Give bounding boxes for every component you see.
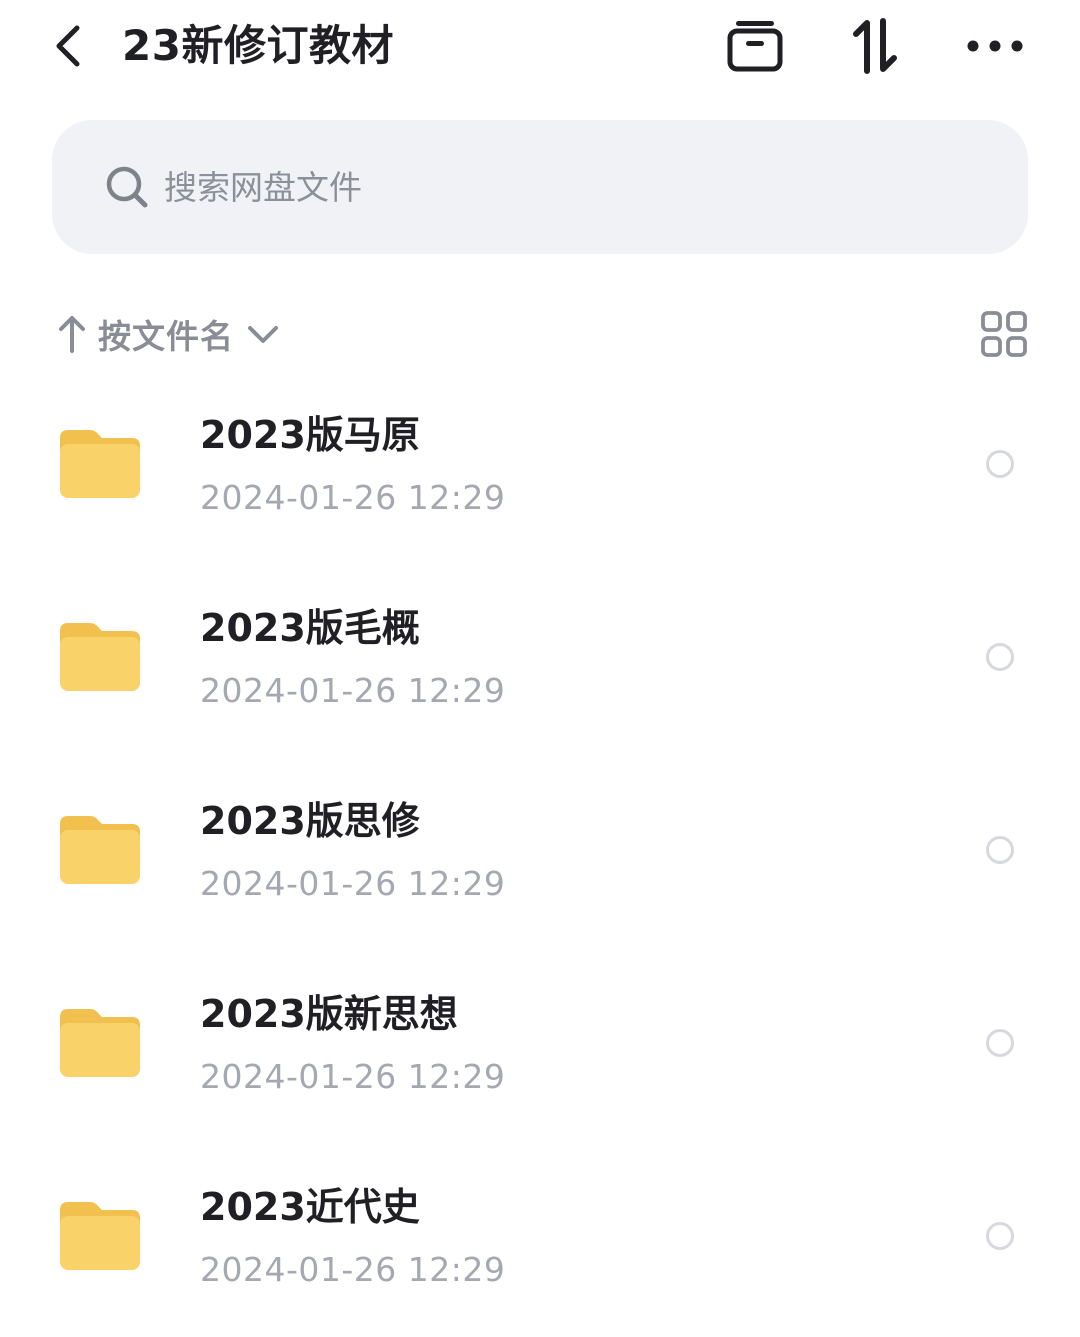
folder-icon xyxy=(60,1202,140,1270)
file-date: 2024-01-26 12:29 xyxy=(200,864,506,903)
folder-icon xyxy=(60,816,140,884)
file-date: 2024-01-26 12:29 xyxy=(200,1250,506,1289)
archive-icon xyxy=(727,21,783,72)
sort-button[interactable] xyxy=(842,16,908,76)
top-bar: 23新修订教材 xyxy=(0,0,1080,96)
file-name: 2023版新思想 xyxy=(200,992,458,1036)
file-name: 2023版思修 xyxy=(200,799,420,843)
list-item[interactable]: 2023版思修 2024-01-26 12:29 xyxy=(0,772,1080,932)
folder-icon xyxy=(60,430,140,498)
select-checkbox[interactable] xyxy=(986,1222,1014,1250)
search-bar[interactable] xyxy=(52,120,1028,254)
more-icon xyxy=(967,40,1023,52)
archive-button[interactable] xyxy=(722,16,788,76)
file-date: 2024-01-26 12:29 xyxy=(200,671,506,710)
grid-view-toggle[interactable] xyxy=(976,306,1032,362)
search-icon xyxy=(106,166,148,208)
file-name: 2023版马原 xyxy=(200,413,420,457)
more-button[interactable] xyxy=(960,16,1030,76)
select-checkbox[interactable] xyxy=(986,836,1014,864)
file-name: 2023近代史 xyxy=(200,1185,420,1229)
chevron-down-icon xyxy=(248,326,278,343)
page-title: 23新修订教材 xyxy=(122,21,394,70)
back-icon xyxy=(56,25,80,67)
list-item[interactable]: 2023近代史 2024-01-26 12:29 xyxy=(0,1158,1080,1318)
file-name: 2023版毛概 xyxy=(200,606,420,650)
select-checkbox[interactable] xyxy=(986,643,1014,671)
sort-selector[interactable]: 按文件名 xyxy=(56,304,280,364)
sort-label: 按文件名 xyxy=(98,317,234,356)
back-button[interactable] xyxy=(46,20,90,72)
arrow-up-icon xyxy=(59,316,85,353)
sort-icon xyxy=(853,18,897,74)
file-date: 2024-01-26 12:29 xyxy=(200,1057,506,1096)
grid-icon xyxy=(981,311,1027,357)
search-input[interactable] xyxy=(164,156,984,218)
folder-icon xyxy=(60,1009,140,1077)
folder-icon xyxy=(60,623,140,691)
select-checkbox[interactable] xyxy=(986,450,1014,478)
list-item[interactable]: 2023版新思想 2024-01-26 12:29 xyxy=(0,965,1080,1125)
select-checkbox[interactable] xyxy=(986,1029,1014,1057)
file-date: 2024-01-26 12:29 xyxy=(200,478,506,517)
list-item[interactable]: 2023版马原 2024-01-26 12:29 xyxy=(0,386,1080,546)
list-item[interactable]: 2023版毛概 2024-01-26 12:29 xyxy=(0,579,1080,739)
